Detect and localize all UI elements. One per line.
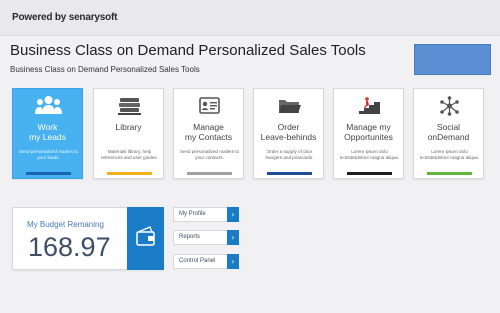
budget-value: 168.97 bbox=[28, 232, 111, 262]
tile-description: Send personalized mailers to your leads. bbox=[18, 149, 79, 160]
tile-label: Work my Leads bbox=[29, 122, 66, 142]
link-label: My Profile bbox=[179, 211, 206, 217]
tile-description: Lorem ipsum dolo ectetdetdolore magna al… bbox=[419, 149, 480, 160]
tile-library[interactable]: Library Materials library, help referenc… bbox=[93, 88, 164, 179]
tile-work-my-leads[interactable]: Work my Leads Send personalized mailers t… bbox=[12, 88, 83, 179]
tile-social-ondemand[interactable]: Social onDemand Lorem ipsum dolo ectetdet… bbox=[413, 88, 484, 179]
reports-link[interactable]: Reports › bbox=[173, 230, 239, 245]
chevron-right-icon[interactable]: › bbox=[227, 254, 239, 269]
stairs-climber-icon bbox=[334, 95, 403, 117]
powered-by-text: Powered by senarysoft bbox=[12, 12, 118, 23]
network-icon bbox=[414, 95, 483, 117]
link-label: Control Panel bbox=[179, 258, 216, 264]
page-title: Business Class on Demand Personalized Sa… bbox=[10, 42, 366, 59]
tile-label: Social onDemand bbox=[427, 122, 470, 142]
page-subtitle: Business Class on Demand Personalized Sa… bbox=[10, 65, 200, 74]
tile-color-bar bbox=[187, 172, 232, 175]
tile-manage-my-opportunites[interactable]: Manage my Opportunites Lorem ipsum dolo e… bbox=[333, 88, 404, 179]
tile-color-bar bbox=[427, 172, 472, 175]
books-icon bbox=[94, 95, 163, 117]
tile-manage-my-contacts[interactable]: Manage my Contacts Send personalized mail… bbox=[173, 88, 244, 179]
my-profile-link[interactable]: My Profile › bbox=[173, 207, 239, 222]
tile-label: Library bbox=[115, 122, 142, 132]
tile-label: Manage my Opportunites bbox=[344, 122, 393, 142]
tile-color-bar bbox=[26, 172, 71, 175]
control-panel-link[interactable]: Control Panel › bbox=[173, 254, 239, 269]
tile-description: Order a supply of door hangers and postc… bbox=[265, 149, 314, 160]
people-icon bbox=[13, 95, 82, 117]
chevron-right-icon[interactable]: › bbox=[227, 230, 239, 245]
folder-icon bbox=[254, 95, 323, 117]
tile-description: Lorem ipsum dolo ectetdetdolore magna al… bbox=[339, 149, 400, 160]
top-bar: Powered by senarysoft bbox=[0, 0, 500, 36]
contact-card-icon bbox=[174, 95, 243, 117]
top-action-button[interactable] bbox=[414, 44, 491, 75]
tile-label: Manage my Contacts bbox=[184, 122, 233, 142]
wallet-icon bbox=[127, 207, 164, 270]
tile-description: Send personalized mailers to your contac… bbox=[179, 149, 240, 160]
tile-order-leave-behinds[interactable]: Order Leave-behinds Order a supply of doo… bbox=[253, 88, 324, 179]
budget-label: My Budget Remaning bbox=[27, 220, 104, 229]
chevron-right-icon[interactable]: › bbox=[227, 207, 239, 222]
tile-color-bar bbox=[267, 172, 312, 175]
link-label: Reports bbox=[179, 234, 201, 240]
tile-label: Order Leave-behinds bbox=[260, 122, 317, 142]
tile-color-bar bbox=[107, 172, 152, 175]
tile-description: Materials library, help references and u… bbox=[101, 149, 158, 160]
tile-color-bar bbox=[347, 172, 392, 175]
